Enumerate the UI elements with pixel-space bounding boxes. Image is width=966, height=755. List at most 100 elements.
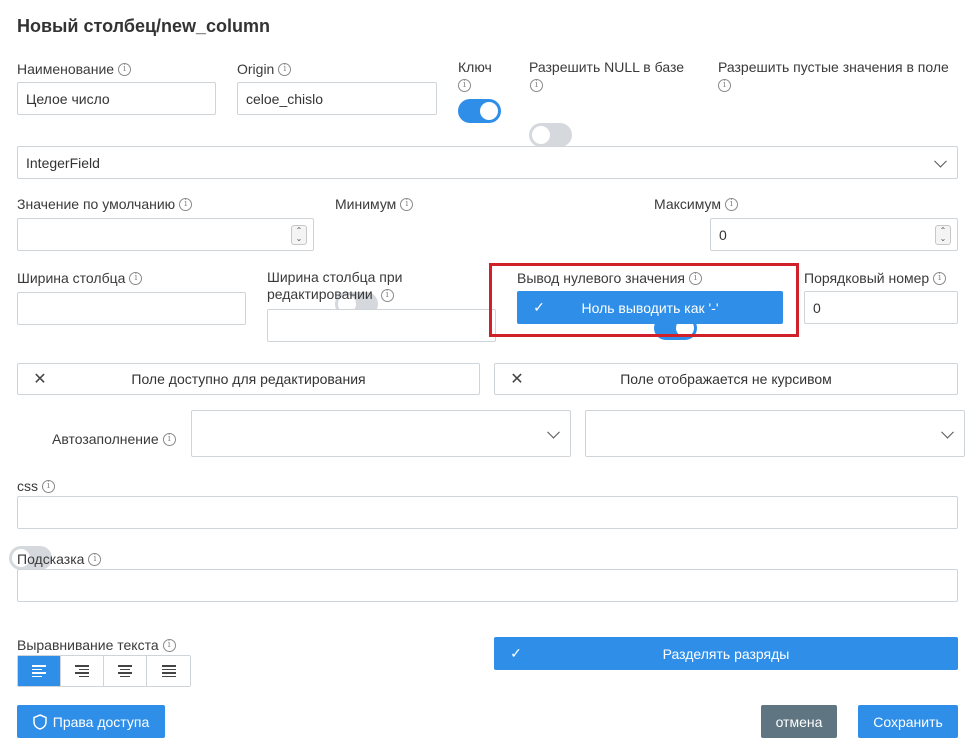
origin-input[interactable]: celoe_chislo (237, 82, 437, 115)
save-button[interactable]: Сохранить (858, 705, 958, 738)
icon-line (32, 675, 42, 677)
icon-line (118, 665, 132, 667)
key-label: Ключ (458, 59, 492, 75)
info-icon[interactable]: i (724, 197, 738, 211)
chevron-down-icon (941, 425, 954, 439)
icon-line (118, 672, 132, 674)
column-width-label-text: Ширина столбца (17, 270, 126, 286)
spinner-down-icon[interactable]: ⌄ (940, 235, 947, 243)
icon-line (79, 668, 89, 670)
maximum-label: Максимум i (654, 196, 738, 212)
italic-button-label: Поле отображается не курсивом (620, 371, 832, 387)
zero-output-button-label: Ноль выводить как '-' (581, 299, 719, 316)
icon-line (79, 675, 89, 677)
number-spinner[interactable]: ⌃ ⌄ (935, 225, 951, 245)
align-justify-button[interactable] (147, 656, 190, 686)
default-value-label: Значение по умолчанию i (17, 196, 193, 212)
chevron-down-icon (934, 154, 947, 168)
order-number-label-text: Порядковый номер (804, 270, 930, 286)
zero-output-label: Вывод нулевого значения i (517, 270, 702, 286)
zero-output-label-text: Вывод нулевого значения (517, 270, 685, 286)
text-align-label: Выравнивание текста i (17, 637, 176, 653)
zero-output-button[interactable]: ✓ Ноль выводить как '-' (517, 291, 783, 324)
origin-label-text: Origin (237, 61, 275, 77)
number-spinner[interactable]: ⌃ ⌄ (291, 225, 307, 245)
align-center-icon (118, 665, 132, 677)
allow-null-label: Разрешить NULL в базе (529, 59, 685, 75)
css-input[interactable] (17, 496, 958, 529)
autofill-source-select[interactable] (191, 410, 571, 457)
text-align-group (17, 655, 191, 687)
info-icon[interactable]: i (380, 288, 394, 302)
text-align-label-text: Выравнивание текста (17, 637, 159, 653)
edit-column-width-input[interactable] (267, 309, 496, 342)
info-icon[interactable]: i (688, 271, 702, 285)
field-type-value: IntegerField (26, 154, 100, 171)
info-icon[interactable]: i (718, 79, 731, 92)
align-right-icon (75, 665, 89, 677)
icon-line (161, 675, 176, 677)
chevron-down-icon (547, 425, 560, 439)
info-icon[interactable]: i (530, 79, 543, 92)
align-left-button[interactable] (18, 656, 61, 686)
default-value-label-text: Значение по умолчанию (17, 196, 176, 212)
order-number-input[interactable]: 0 (804, 291, 958, 324)
key-toggle[interactable] (458, 99, 501, 123)
hint-input[interactable] (17, 569, 958, 602)
access-rights-label: Права доступа (52, 713, 150, 730)
minimum-label-text: Минимум (335, 196, 397, 212)
icon-line (75, 672, 89, 674)
spinner-down-icon[interactable]: ⌄ (296, 235, 303, 243)
page-title: Новый столбец/new_column (17, 16, 271, 36)
align-justify-icon (161, 665, 176, 677)
allow-empty-label: Разрешить пустые значения в поле (718, 59, 949, 75)
icon-line (161, 665, 176, 667)
icon-line (75, 665, 89, 667)
column-width-input[interactable] (17, 292, 246, 325)
info-icon[interactable]: i (400, 197, 414, 211)
check-icon: ✓ (533, 299, 545, 315)
allow-null-toggle[interactable] (529, 123, 572, 147)
icon-line (120, 668, 130, 670)
icon-line (32, 672, 46, 674)
autofill-field-select[interactable] (585, 410, 965, 457)
close-icon: ✕ (510, 371, 524, 388)
info-icon[interactable]: i (118, 62, 132, 76)
icon-line (32, 668, 42, 670)
info-icon[interactable]: i (129, 271, 143, 285)
field-type-select[interactable]: IntegerField (17, 146, 958, 179)
edit-column-width-label: Ширина столбца при редактировании i (267, 269, 467, 303)
maximum-input[interactable]: 0 ⌃ ⌄ (710, 218, 958, 251)
toggle-knob (532, 126, 550, 144)
css-label-text: css (17, 478, 38, 494)
info-icon[interactable]: i (42, 479, 55, 493)
autofill-label-text: Автозаполнение (52, 431, 159, 447)
hint-label: Подсказка i (17, 551, 102, 567)
name-input[interactable]: Целое число (17, 82, 216, 115)
info-icon[interactable]: i (88, 552, 102, 566)
shield-icon (33, 713, 47, 730)
minimum-label: Минимум i (335, 196, 414, 212)
align-right-button[interactable] (61, 656, 104, 686)
separate-digits-button[interactable]: ✓ Разделять разряды (494, 637, 958, 670)
order-number-label: Порядковый номер i (804, 270, 947, 286)
info-icon[interactable]: i (278, 62, 292, 76)
toggle-knob (480, 102, 498, 120)
close-icon: ✕ (33, 371, 47, 388)
editable-toggle-button[interactable]: ✕ Поле доступно для редактирования (17, 363, 480, 395)
autofill-label: Автозаполнение i (52, 431, 176, 447)
access-rights-button[interactable]: Права доступа (17, 705, 165, 738)
hint-label-text: Подсказка (17, 551, 85, 567)
icon-line (161, 672, 176, 674)
info-icon[interactable]: i (162, 432, 176, 446)
info-icon[interactable]: i (179, 197, 193, 211)
icon-line (120, 675, 130, 677)
italic-toggle-button[interactable]: ✕ Поле отображается не курсивом (494, 363, 958, 395)
info-icon[interactable]: i (162, 638, 176, 652)
info-icon[interactable]: i (933, 271, 947, 285)
cancel-button[interactable]: отмена (761, 705, 837, 738)
info-icon[interactable]: i (458, 79, 471, 92)
default-value-input[interactable]: ⌃ ⌄ (17, 218, 314, 251)
maximum-label-text: Максимум (654, 196, 721, 212)
align-center-button[interactable] (104, 656, 147, 686)
